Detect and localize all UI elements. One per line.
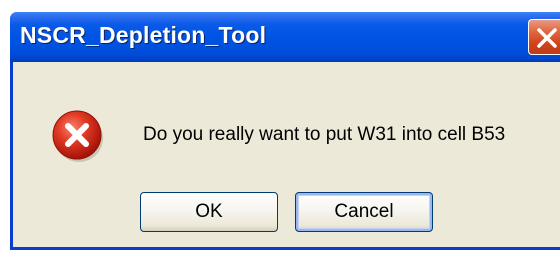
message-dialog: NSCR_Depletion_Tool Do you really want t… xyxy=(10,12,560,250)
error-icon xyxy=(52,110,103,162)
close-button[interactable] xyxy=(528,19,560,55)
dialog-message: Do you really want to put W31 into cell … xyxy=(143,124,506,145)
close-icon xyxy=(537,28,557,48)
cancel-button[interactable]: Cancel xyxy=(295,192,433,232)
ok-button[interactable]: OK xyxy=(140,192,278,232)
screen: NSCR_Depletion_Tool Do you really want t… xyxy=(0,0,560,257)
title-bar[interactable]: NSCR_Depletion_Tool xyxy=(10,12,560,62)
dialog-title: NSCR_Depletion_Tool xyxy=(20,22,267,48)
